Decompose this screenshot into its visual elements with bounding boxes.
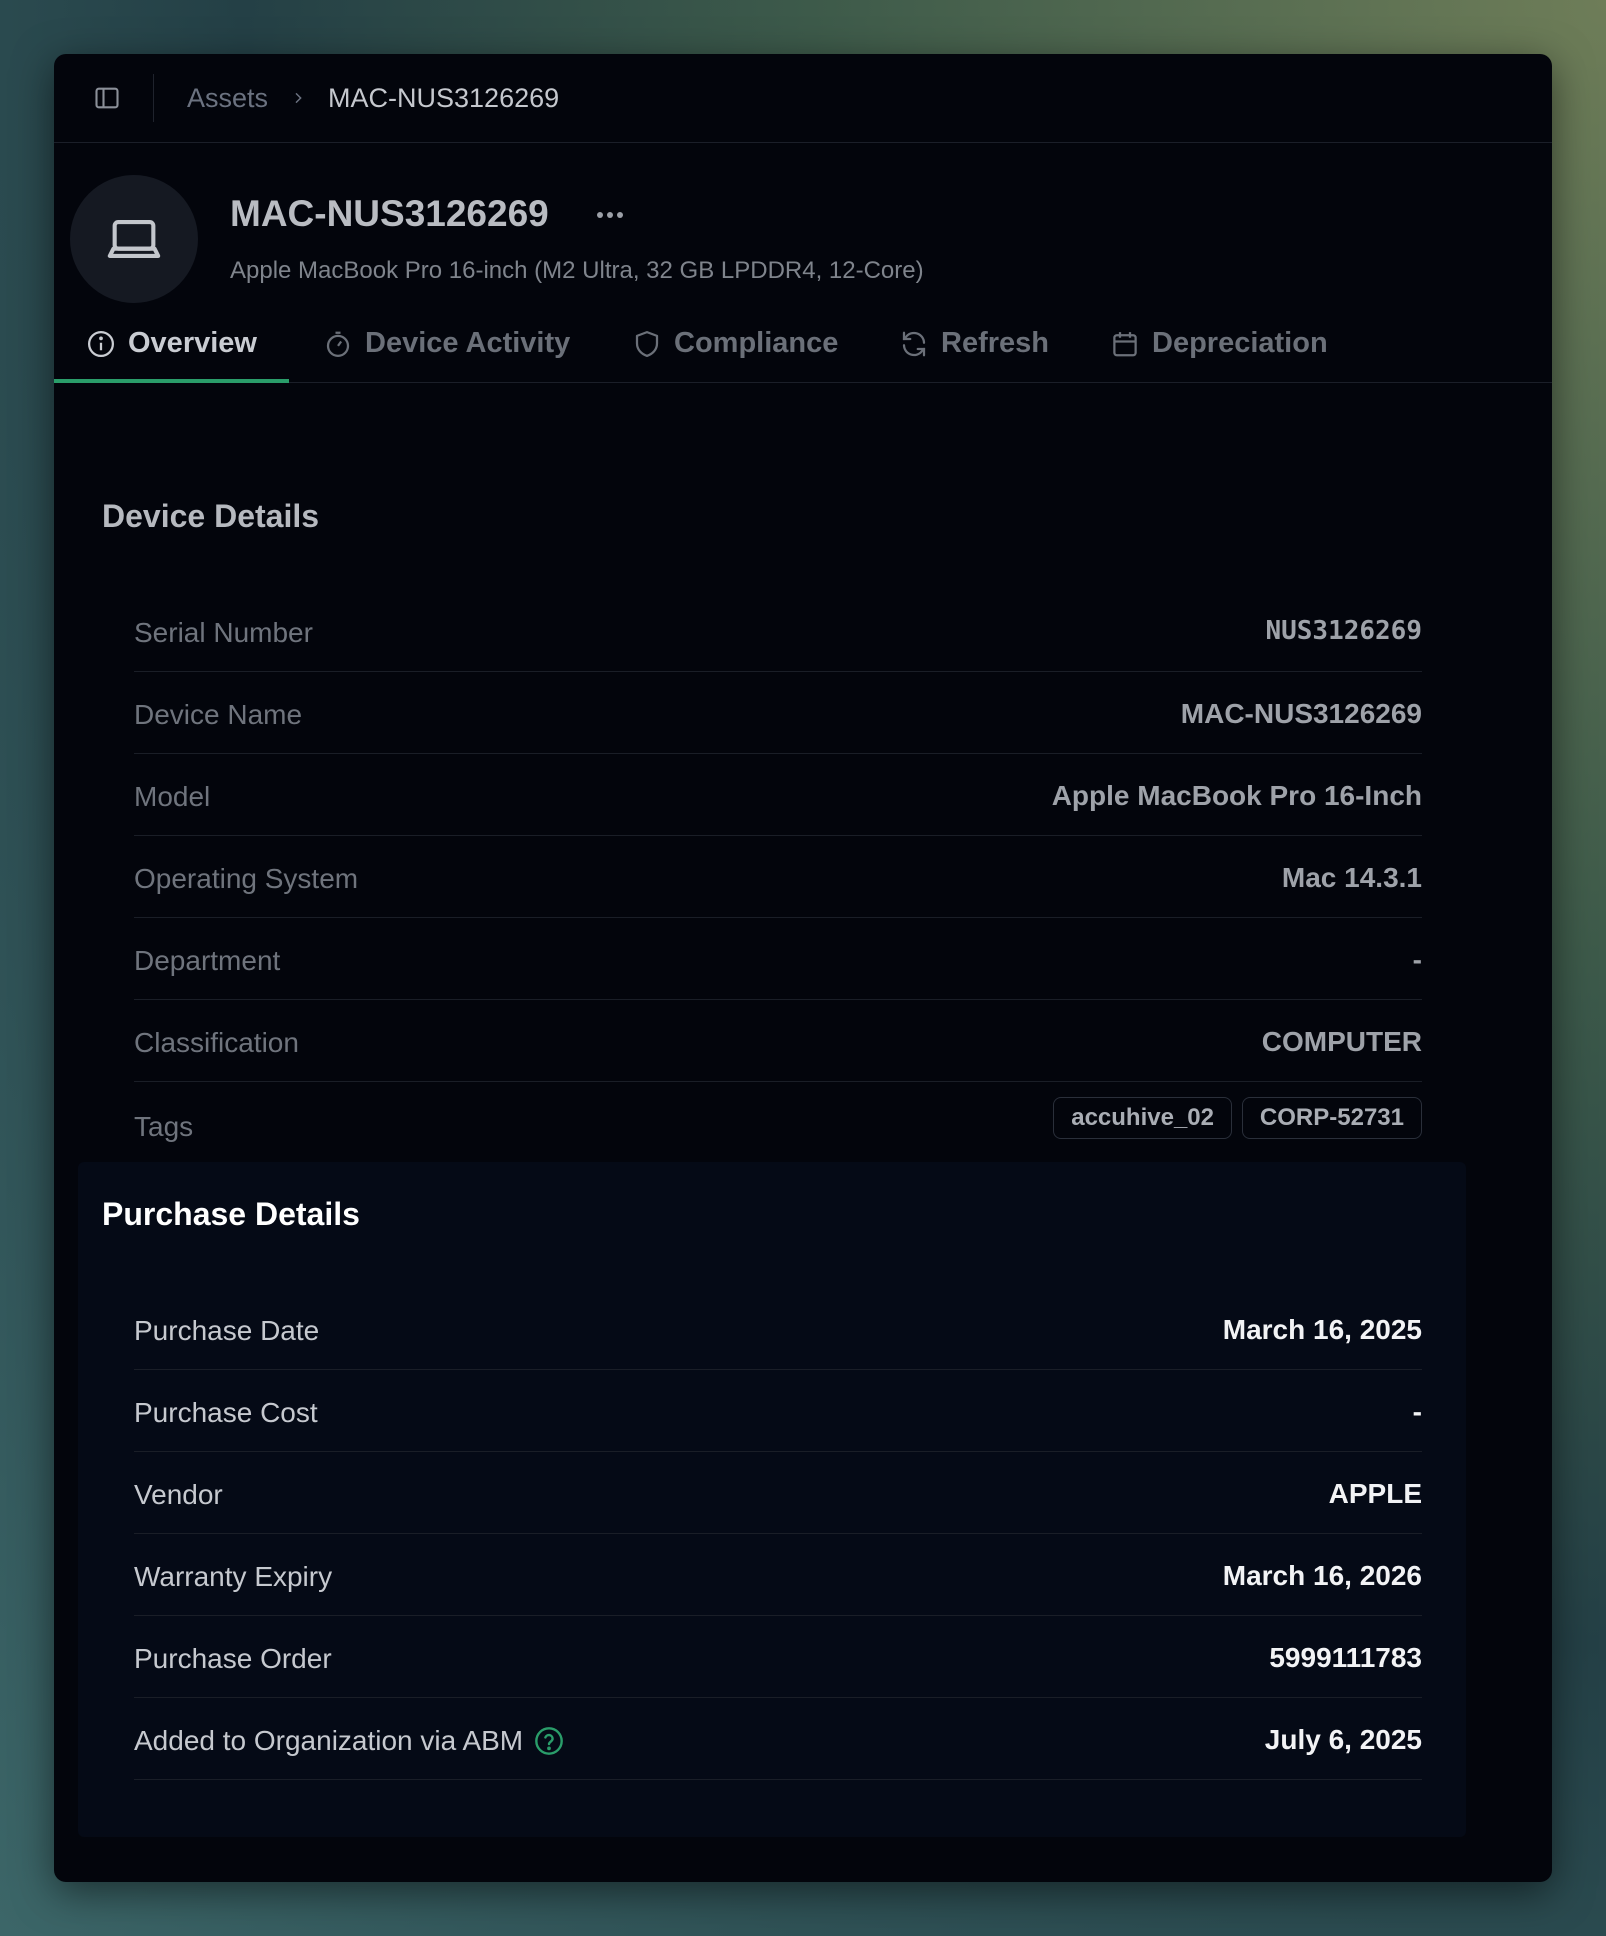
detail-value: - <box>1412 944 1422 975</box>
detail-label: Purchase Cost <box>134 1397 318 1428</box>
shield-icon <box>635 331 659 357</box>
laptop-icon <box>107 220 161 258</box>
detail-label: Device Name <box>134 699 303 730</box>
tab-device-activity-label: Device Activity <box>365 327 571 359</box>
breadcrumb-assets-link[interactable]: Assets <box>187 83 268 114</box>
detail-value: - <box>1412 1396 1422 1427</box>
device-details-title: Device Details <box>102 498 320 534</box>
chevron-right-icon <box>290 90 306 106</box>
detail-row-tags: Tags accuhive_02 CORP-52731 <box>134 1082 1422 1166</box>
tab-overview[interactable]: Overview <box>86 317 257 383</box>
tab-compliance[interactable]: Compliance <box>632 317 838 383</box>
tab-bar: Overview Device Activity Compliance Refr… <box>54 317 1552 383</box>
detail-label: Purchase Order <box>134 1643 332 1674</box>
detail-label: Purchase Date <box>134 1315 320 1346</box>
detail-value: COMPUTER <box>1261 1026 1422 1057</box>
detail-value: NUS3126269 <box>1265 616 1422 646</box>
tab-depreciation[interactable]: Depreciation <box>1110 317 1328 383</box>
tab-depreciation-label: Depreciation <box>1152 327 1328 359</box>
tab-refresh[interactable]: Refresh <box>899 317 1049 383</box>
detail-value: MAC-NUS3126269 <box>1180 698 1422 729</box>
detail-value: 5999111783 <box>1269 1642 1422 1673</box>
tag-badge[interactable]: accuhive_02 <box>1053 1097 1232 1139</box>
detail-value: March 16, 2026 <box>1222 1560 1422 1591</box>
calendar-icon <box>1113 332 1137 357</box>
detail-row-model: Model Apple MacBook Pro 16-Inch <box>134 754 1422 836</box>
page-title: MAC-NUS3126269 <box>230 193 549 234</box>
breadcrumb: Assets MAC-NUS3126269 <box>187 83 559 114</box>
detail-value: July 6, 2025 <box>1264 1724 1422 1755</box>
detail-row-device-name: Device Name MAC-NUS3126269 <box>134 672 1422 754</box>
detail-label: Warranty Expiry <box>134 1561 333 1592</box>
purchase-row-abm: Added to Organization via ABM July 6, 20… <box>134 1698 1422 1780</box>
detail-value: Mac 14.3.1 <box>1281 862 1422 893</box>
top-bar: Assets MAC-NUS3126269 <box>54 54 1552 143</box>
device-subtitle: Apple MacBook Pro 16-inch (M2 Ultra, 32 … <box>230 257 924 284</box>
detail-value: March 16, 2025 <box>1222 1314 1422 1345</box>
timer-icon <box>326 331 350 357</box>
detail-label: Added to Organization via ABM <box>134 1725 524 1756</box>
purchase-row-date: Purchase Date March 16, 2025 <box>134 1288 1422 1370</box>
purchase-row-vendor: Vendor APPLE <box>134 1452 1422 1534</box>
tab-compliance-label: Compliance <box>674 327 839 359</box>
detail-label: Classification <box>134 1027 299 1058</box>
purchase-row-warranty-expiry: Warranty Expiry March 16, 2026 <box>134 1534 1422 1616</box>
asset-header: MAC-NUS3126269 Apple MacBook Pro 16-inch… <box>54 143 1552 317</box>
tab-overview-label: Overview <box>128 327 257 359</box>
tab-refresh-label: Refresh <box>941 327 1049 359</box>
toolbar-divider <box>153 74 154 122</box>
refresh-icon <box>902 331 926 357</box>
purchase-row-purchase-order: Purchase Order 5999111783 <box>134 1616 1422 1698</box>
tag-badge[interactable]: CORP-52731 <box>1241 1097 1422 1139</box>
purchase-details-title: Purchase Details <box>102 1196 360 1232</box>
detail-label: Vendor <box>134 1479 223 1510</box>
help-circle-icon[interactable] <box>533 1725 565 1757</box>
detail-label: Tags <box>134 1111 194 1142</box>
detail-label: Serial Number <box>134 617 313 648</box>
detail-row-serial-number: Serial Number NUS3126269 <box>134 590 1422 672</box>
detail-label: Operating System <box>134 863 359 894</box>
sidebar-toggle-icon[interactable] <box>90 81 124 115</box>
tab-device-activity[interactable]: Device Activity <box>323 317 570 383</box>
detail-label-wrap: Added to Organization via ABM <box>134 1725 565 1757</box>
detail-value: Apple MacBook Pro 16-Inch <box>1051 780 1422 811</box>
more-options-icon[interactable] <box>590 195 630 235</box>
detail-row-operating-system: Operating System Mac 14.3.1 <box>134 836 1422 918</box>
detail-row-classification: Classification COMPUTER <box>134 1000 1422 1082</box>
breadcrumb-current: MAC-NUS3126269 <box>328 82 560 113</box>
detail-label: Department <box>134 945 281 976</box>
info-icon <box>88 331 114 357</box>
active-tab-indicator <box>54 379 289 383</box>
asset-detail-window: Assets MAC-NUS3126269 MAC-NUS3126269 App… <box>54 54 1552 1882</box>
device-avatar <box>70 175 198 303</box>
purchase-row-cost: Purchase Cost - <box>134 1370 1422 1452</box>
detail-value: APPLE <box>1328 1478 1422 1509</box>
detail-row-department: Department - <box>134 918 1422 1000</box>
detail-label: Model <box>134 781 211 812</box>
